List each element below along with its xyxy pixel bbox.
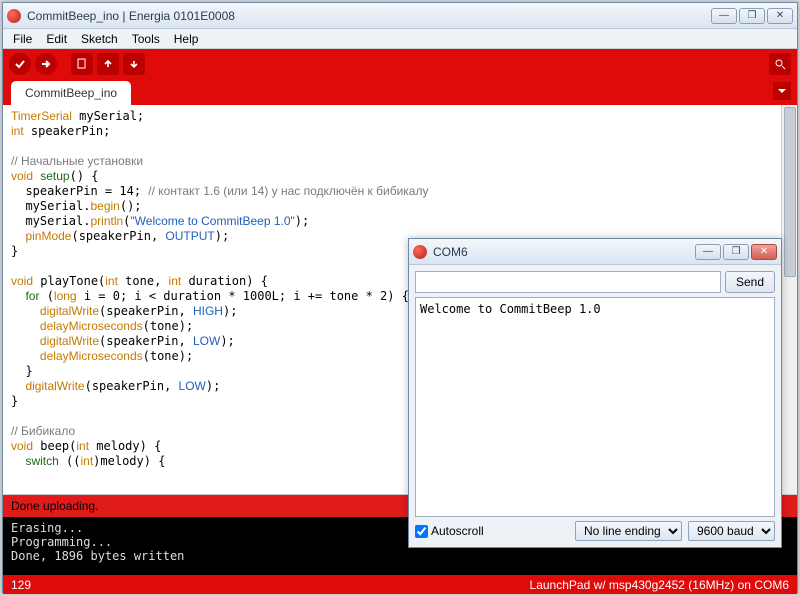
serial-send-button[interactable]: Send <box>725 271 775 293</box>
maximize-button[interactable]: ❐ <box>739 8 765 24</box>
serial-close-button[interactable]: ✕ <box>751 244 777 260</box>
serial-window-controls: — ❐ ✕ <box>695 244 777 260</box>
menu-edit[interactable]: Edit <box>40 30 73 48</box>
serial-titlebar[interactable]: COM6 — ❐ ✕ <box>409 239 781 265</box>
editor-scrollbar[interactable] <box>781 105 797 494</box>
baud-select[interactable]: 9600 baud <box>688 521 775 541</box>
serial-monitor-button[interactable] <box>769 53 791 75</box>
serial-output[interactable]: Welcome to CommitBeep 1.0 <box>415 297 775 517</box>
tab-active[interactable]: CommitBeep_ino <box>11 81 131 105</box>
autoscroll-input[interactable] <box>415 525 428 538</box>
serial-body: Send Welcome to CommitBeep 1.0 Autoscrol… <box>409 265 781 547</box>
menu-help[interactable]: Help <box>168 30 205 48</box>
window-title: CommitBeep_ino | Energia 0101E0008 <box>27 9 711 23</box>
save-button[interactable] <box>123 53 145 75</box>
serial-input[interactable] <box>415 271 721 293</box>
menu-file[interactable]: File <box>7 30 38 48</box>
footer: 129 LaunchPad w/ msp430g2452 (16MHz) on … <box>3 575 797 594</box>
app-icon <box>7 9 21 23</box>
serial-title: COM6 <box>433 245 695 259</box>
titlebar[interactable]: CommitBeep_ino | Energia 0101E0008 — ❐ ✕ <box>3 3 797 29</box>
menu-sketch[interactable]: Sketch <box>75 30 124 48</box>
verify-button[interactable] <box>9 53 31 75</box>
footer-line-number: 129 <box>11 578 31 592</box>
tab-menu-button[interactable] <box>773 82 791 100</box>
serial-app-icon <box>413 245 427 259</box>
serial-maximize-button[interactable]: ❐ <box>723 244 749 260</box>
tabbar: CommitBeep_ino <box>3 79 797 105</box>
autoscroll-checkbox[interactable]: Autoscroll <box>415 524 484 538</box>
open-button[interactable] <box>97 53 119 75</box>
serial-monitor-window[interactable]: COM6 — ❐ ✕ Send Welcome to CommitBeep 1.… <box>408 238 782 548</box>
line-ending-select[interactable]: No line ending <box>575 521 682 541</box>
autoscroll-label: Autoscroll <box>431 524 484 538</box>
toolbar <box>3 49 797 79</box>
menubar: File Edit Sketch Tools Help <box>3 29 797 49</box>
minimize-button[interactable]: — <box>711 8 737 24</box>
footer-board-info: LaunchPad w/ msp430g2452 (16MHz) on COM6 <box>530 578 789 592</box>
upload-button[interactable] <box>35 53 57 75</box>
menu-tools[interactable]: Tools <box>126 30 166 48</box>
new-button[interactable] <box>71 53 93 75</box>
serial-minimize-button[interactable]: — <box>695 244 721 260</box>
close-button[interactable]: ✕ <box>767 8 793 24</box>
window-controls: — ❐ ✕ <box>711 8 793 24</box>
